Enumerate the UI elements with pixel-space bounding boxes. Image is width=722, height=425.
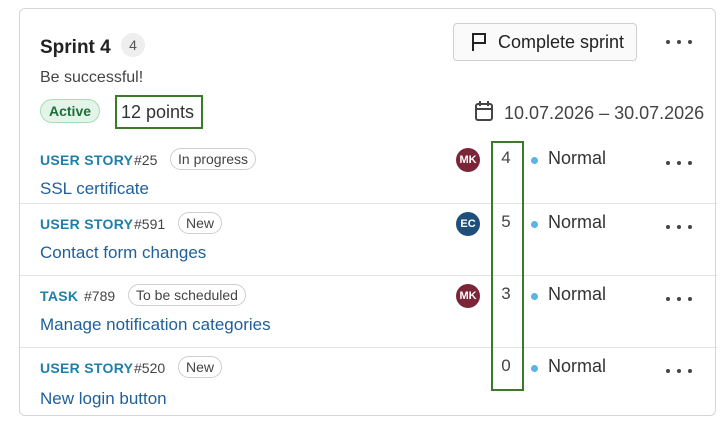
priority-dot-icon xyxy=(531,157,538,164)
backlog-item-row[interactable]: TASK #789 To be scheduled Manage notific… xyxy=(20,275,717,348)
item-priority[interactable]: Normal xyxy=(548,356,606,377)
item-more-options-icon[interactable] xyxy=(666,219,692,235)
item-estimate[interactable]: 0 xyxy=(500,356,512,376)
item-estimate[interactable]: 5 xyxy=(500,212,512,232)
item-status-badge[interactable]: To be scheduled xyxy=(128,284,246,306)
item-status-badge[interactable]: In progress xyxy=(170,148,257,170)
item-title[interactable]: New login button xyxy=(40,389,167,409)
sprint-status-badge: Active xyxy=(40,99,101,123)
flag-icon xyxy=(470,32,488,52)
date-range-text: 10.07.2026 – 30.07.2026 xyxy=(504,103,705,123)
item-priority[interactable]: Normal xyxy=(548,284,606,305)
backlog-item-row[interactable]: USER STORY #591 New Contact form changes… xyxy=(20,203,717,276)
sprint-goal: Be successful! xyxy=(40,69,144,86)
item-priority[interactable]: Normal xyxy=(548,148,606,169)
item-more-options-icon[interactable] xyxy=(666,291,692,307)
backlog-item-row[interactable]: USER STORY #25 In progress SSL certifica… xyxy=(20,140,717,212)
item-type: USER STORY xyxy=(40,216,134,232)
item-number: #591 xyxy=(134,216,166,232)
item-number: #789 xyxy=(84,288,116,304)
sprint-points: 12 points xyxy=(115,95,203,129)
priority-dot-icon xyxy=(531,221,538,228)
item-count-badge: 4 xyxy=(121,33,145,57)
sprint-card: Sprint 4 4 Complete sprint Be successful… xyxy=(19,8,717,416)
item-title[interactable]: Manage notification categories xyxy=(40,315,271,335)
sprint-more-options-icon[interactable] xyxy=(666,34,692,50)
item-type: USER STORY xyxy=(40,152,134,168)
backlog-item-row[interactable]: USER STORY #520 New New login button 0 N… xyxy=(20,347,717,420)
item-type: TASK xyxy=(40,288,79,304)
item-estimate[interactable]: 4 xyxy=(500,148,512,168)
item-priority[interactable]: Normal xyxy=(548,212,606,233)
item-more-options-icon[interactable] xyxy=(666,363,692,379)
item-number: #520 xyxy=(134,360,166,376)
assignee-avatar[interactable]: MK xyxy=(456,284,480,308)
calendar-icon xyxy=(474,100,494,127)
item-title[interactable]: SSL certificate xyxy=(40,179,149,199)
item-estimate[interactable]: 3 xyxy=(500,284,512,304)
sprint-title[interactable]: Sprint 4 xyxy=(40,37,111,59)
item-more-options-icon[interactable] xyxy=(666,155,692,171)
complete-sprint-button[interactable]: Complete sprint xyxy=(453,23,637,61)
item-type: USER STORY xyxy=(40,360,134,376)
priority-dot-icon xyxy=(531,293,538,300)
assignee-avatar[interactable]: MK xyxy=(456,148,480,172)
item-status-badge[interactable]: New xyxy=(178,356,223,378)
item-number: #25 xyxy=(134,152,158,168)
item-status-badge[interactable]: New xyxy=(178,212,223,234)
complete-sprint-label: Complete sprint xyxy=(498,31,625,52)
priority-dot-icon xyxy=(531,365,538,372)
assignee-avatar[interactable]: EC xyxy=(456,212,480,236)
item-title[interactable]: Contact form changes xyxy=(40,243,206,263)
sprint-date-range: 10.07.2026 – 30.07.2026 xyxy=(474,100,704,127)
